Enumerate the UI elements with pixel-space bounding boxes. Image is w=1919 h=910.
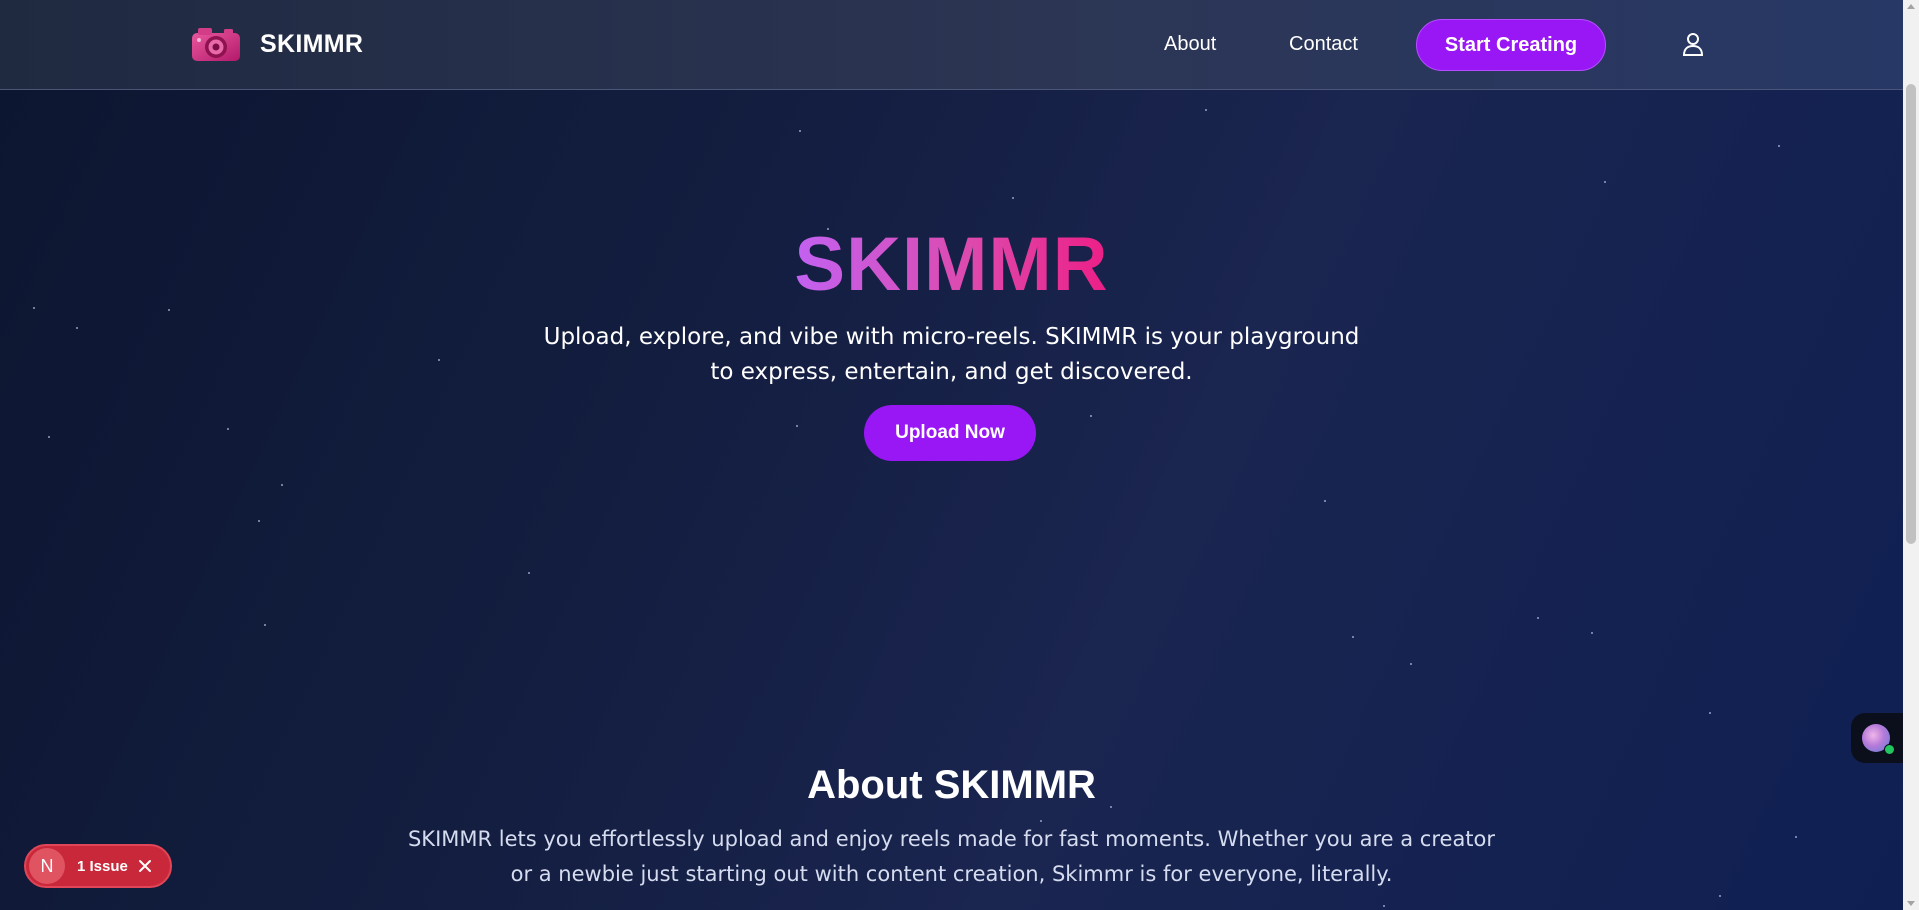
chat-widget-button[interactable] bbox=[1851, 713, 1903, 763]
upload-now-button[interactable]: Upload Now bbox=[864, 405, 1036, 461]
vertical-scrollbar[interactable] bbox=[1903, 0, 1919, 910]
start-creating-button[interactable]: Start Creating bbox=[1416, 19, 1606, 71]
user-icon[interactable] bbox=[1682, 32, 1704, 56]
issues-count-label[interactable]: 1 Issue bbox=[77, 858, 128, 875]
hero-subtitle: Upload, explore, and vibe with micro-ree… bbox=[543, 324, 1360, 385]
close-icon[interactable] bbox=[138, 859, 152, 873]
issues-badge: N 1 Issue bbox=[24, 844, 172, 888]
about-title: About SKIMMR bbox=[807, 763, 1096, 807]
navbar: SKIMMR About Contact Start Creating bbox=[0, 0, 1903, 90]
scrollbar-thumb[interactable] bbox=[1906, 84, 1916, 544]
nav-link-about[interactable]: About bbox=[1164, 33, 1216, 56]
about-text: SKIMMR lets you effortlessly upload and … bbox=[407, 827, 1496, 886]
logo[interactable]: SKIMMR bbox=[190, 25, 363, 63]
online-status-dot bbox=[1884, 744, 1895, 755]
scroll-up-arrow-icon[interactable] bbox=[1907, 4, 1915, 9]
logo-text: SKIMMR bbox=[260, 29, 364, 58]
nav-link-contact[interactable]: Contact bbox=[1289, 33, 1358, 56]
issues-logo-button[interactable]: N bbox=[29, 848, 65, 884]
hero-title-text: SKIMMR bbox=[794, 222, 1109, 307]
camera-logo-icon bbox=[192, 28, 240, 61]
page: SKIMMR About Contact Start Creating SKIM… bbox=[0, 0, 1903, 910]
scroll-down-arrow-icon[interactable] bbox=[1907, 901, 1915, 906]
hero-title: SKIMMR bbox=[0, 220, 1903, 310]
